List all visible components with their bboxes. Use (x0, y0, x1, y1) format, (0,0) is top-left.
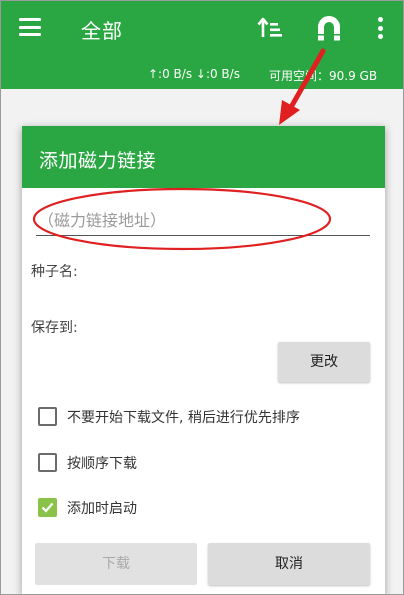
option-label: 不要开始下载文件, 稍后进行优先排序 (67, 410, 300, 426)
free-space: 可用空间：90.9 GB (269, 69, 378, 83)
more-vert-icon[interactable] (378, 17, 384, 39)
change-location-button[interactable]: 更改 (278, 342, 370, 382)
transfer-speed: ↑:0 B/s ↓:0 B/s (148, 67, 240, 81)
download-button[interactable]: 下载 (35, 543, 197, 585)
dialog-header: 添加磁力链接 (22, 126, 385, 188)
dialog-title: 添加磁力链接 (39, 150, 157, 172)
save-to-label: 保存到: (31, 320, 78, 336)
magnet-link-input[interactable] (36, 206, 370, 236)
top-app-bar: 全部 (1, 1, 403, 57)
screen: 全部 ↑:0 B/s ↓:0 B/s 可用空间：90.9 GB 添加磁力链接 种 (0, 0, 404, 595)
option-label: 添加时启动 (67, 501, 137, 517)
magnet-icon[interactable] (316, 14, 342, 42)
page-title: 全部 (81, 19, 123, 43)
menu-icon[interactable] (19, 18, 41, 36)
torrent-name-label: 种子名: (31, 264, 78, 280)
add-magnet-dialog: 添加磁力链接 种子名: 保存到: 更改 不要开始下载文件, 稍后进行优先排序 按… (22, 126, 385, 594)
checkbox[interactable] (38, 407, 57, 426)
status-bar: ↑:0 B/s ↓:0 B/s 可用空间：90.9 GB (1, 57, 403, 89)
checkbox-checked[interactable] (38, 498, 57, 517)
option-label: 按顺序下载 (67, 456, 137, 472)
checkbox[interactable] (38, 453, 57, 472)
sort-icon[interactable] (257, 16, 283, 40)
check-icon (41, 502, 54, 513)
cancel-button[interactable]: 取消 (208, 543, 370, 585)
